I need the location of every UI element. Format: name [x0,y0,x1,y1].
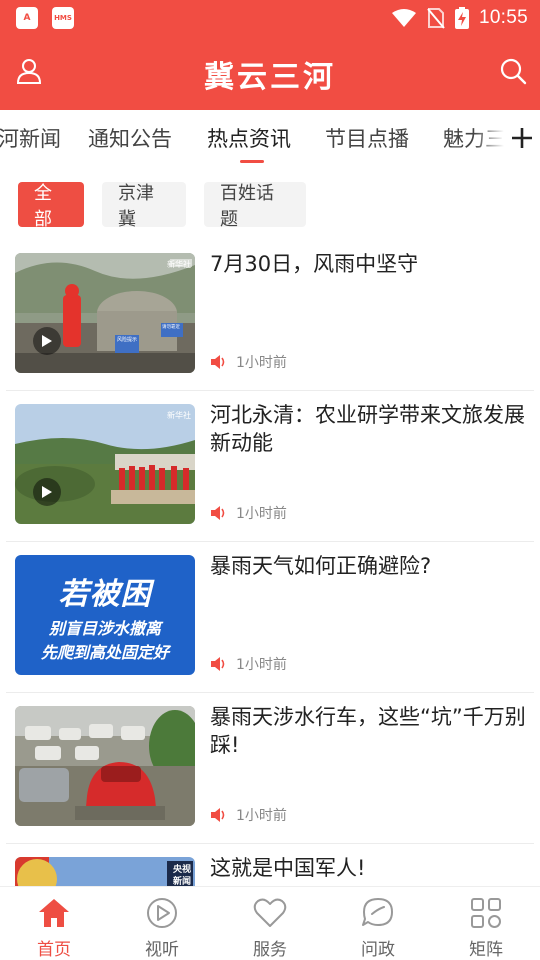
speaker-icon[interactable] [210,354,228,370]
nav-inquiry[interactable]: 问政 [324,887,432,960]
thumbnail: 央视 新闻 [15,857,195,886]
play-icon [33,478,61,506]
play-icon [33,327,61,355]
battery-charging-icon [454,7,469,29]
chat-icon [362,898,393,926]
thumbnail-watermark: 新华社 [167,411,191,420]
chip-all[interactable]: 全部 [18,182,84,230]
home-icon [39,899,69,927]
list-item[interactable]: 新华社 风险提示 请勿靠近 7月30日，风雨中坚守 1小时前 [0,240,540,391]
tab-hot-news[interactable]: 热点资讯 [207,123,291,153]
speaker-icon[interactable] [210,656,228,672]
nav-services[interactable]: 服务 [216,887,324,960]
publish-time: 1小时前 [236,506,287,522]
play-circle-icon [147,898,177,928]
speaker-icon[interactable] [210,505,228,521]
tab-news[interactable]: 河新闻 [0,123,61,153]
heart-icon [253,898,287,927]
list-item[interactable]: 若被困 别盲目涉水撤离 先爬到高处固定好 暴雨天气如何正确避险? 1小时前 [0,542,540,693]
headline[interactable]: 暴雨天涉水行车，这些“坑”千万别踩! [210,703,528,759]
nav-label: 视听 [145,940,179,960]
tab-notices[interactable]: 通知公告 [88,123,172,153]
headline[interactable]: 这就是中国军人! [210,854,528,882]
top-bar: A HMS 10:55 冀云三河 [0,0,540,110]
bottom-navigation: 首页 视听 服务 问政 矩阵 [0,886,540,960]
nav-label: 服务 [253,940,287,960]
news-feed: 新华社 风险提示 请勿靠近 7月30日，风雨中坚守 1小时前 新华社 河北永清：… [0,240,540,886]
item-meta: 1小时前 [210,503,287,523]
search-icon[interactable] [498,56,528,86]
tab-fade [474,110,504,166]
clock-time: 10:55 [478,7,528,28]
publish-time: 1小时前 [236,657,287,673]
filter-chips: 全部 京津冀 百姓话题 [0,182,540,230]
publish-time: 1小时前 [236,808,287,824]
nav-label: 首页 [37,940,71,960]
publish-time: 1小时前 [236,355,287,371]
wifi-icon [391,9,416,27]
headline[interactable]: 暴雨天气如何正确避险? [210,552,528,580]
headline[interactable]: 河北永清：农业研学带来文旅发展新动能 [210,401,528,457]
item-meta: 1小时前 [210,805,287,825]
chip-public-topics[interactable]: 百姓话题 [204,182,306,230]
list-item[interactable]: 央视 新闻 这就是中国军人! [0,844,540,886]
thumbnail-text: 先爬到高处固定好 [40,643,169,662]
active-tab-indicator [240,160,264,163]
thumbnail [15,706,195,826]
list-item[interactable]: 暴雨天涉水行车，这些“坑”千万别踩! 1小时前 [0,693,540,844]
thumbnail-sign-text: 请勿靠近 [162,325,180,330]
add-channel-button[interactable] [504,110,540,166]
thumbnail-text: 别盲目涉水撤离 [48,619,161,638]
status-bar: A HMS 10:55 [0,0,540,36]
list-item[interactable]: 新华社 河北永清：农业研学带来文旅发展新动能 1小时前 [0,391,540,542]
thumbnail: 新华社 [15,404,195,524]
thumbnail-watermark: 新闻 [172,877,191,886]
nav-label: 矩阵 [469,940,503,960]
thumbnail: 若被困 别盲目涉水撤离 先爬到高处固定好 [15,555,195,675]
thumbnail-watermark: 新华社 [167,260,191,269]
tab-programs[interactable]: 节目点播 [325,123,409,153]
item-meta: 1小时前 [210,654,287,674]
headline[interactable]: 7月30日，风雨中坚守 [210,250,528,278]
app-notification-icon: A [16,7,38,29]
nav-audio-video[interactable]: 视听 [108,887,216,960]
speaker-icon[interactable] [210,807,228,823]
nav-home[interactable]: 首页 [0,887,108,960]
thumbnail-sign-text: 风险提示 [117,337,138,343]
app-header: 冀云三河 [0,36,540,110]
thumbnail-text: 若被困 [58,577,152,612]
grid-icon [471,898,501,928]
plus-icon [512,128,532,148]
nav-label: 问政 [361,940,395,960]
hms-notification-icon: HMS [52,7,74,29]
app-title: 冀云三河 [204,60,336,95]
no-sim-icon [427,8,445,29]
thumbnail: 新华社 风险提示 请勿靠近 [15,253,195,373]
item-meta: 1小时前 [210,352,287,372]
chip-jingjinji[interactable]: 京津冀 [102,182,186,230]
nav-matrix[interactable]: 矩阵 [432,887,540,960]
channel-tabs: 河新闻 通知公告 热点资讯 节目点播 魅力三河 [0,110,540,166]
